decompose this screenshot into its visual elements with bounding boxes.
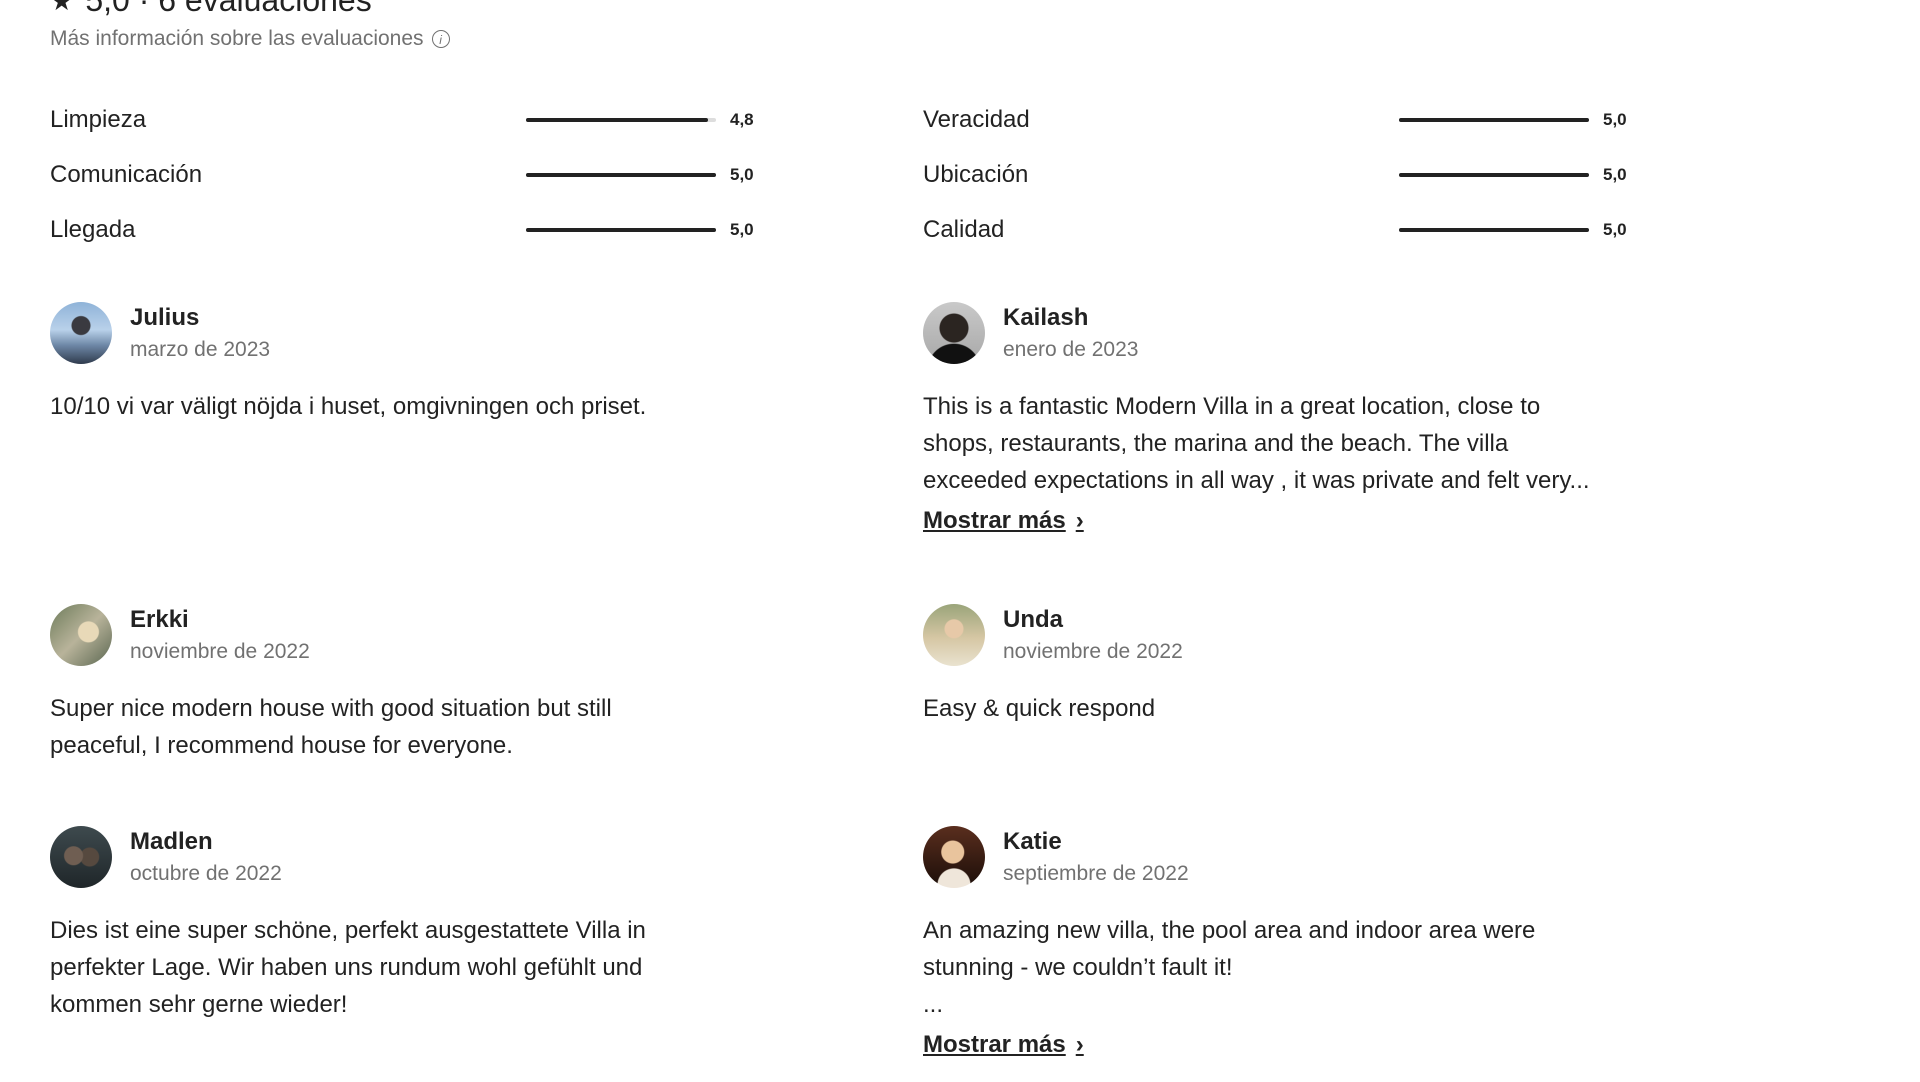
chevron-right-icon: › [1075, 507, 1084, 534]
review-card: Kailash enero de 2023 This is a fantasti… [923, 302, 1603, 535]
show-more-label: Mostrar más [923, 507, 1066, 534]
review-card: Madlen octubre de 2022 Dies ist eine sup… [50, 826, 730, 1023]
rating-row-calidad: Calidad 5,0 [923, 208, 1627, 252]
review-date: enero de 2023 [1003, 338, 1139, 361]
rating-bar-fill [526, 228, 716, 232]
review-card: Unda noviembre de 2022 Easy & quick resp… [923, 604, 1603, 727]
rating-bar-fill [1399, 228, 1589, 232]
rating-bar-fill [1399, 118, 1589, 122]
review-text: Easy & quick respond [923, 695, 1156, 722]
chevron-right-icon: › [1075, 1031, 1084, 1058]
ratings-info-text: Más información sobre las evaluaciones [50, 27, 424, 50]
show-more-link[interactable]: Mostrar más › [923, 507, 1084, 535]
rating-bar-fill [526, 118, 709, 122]
show-more-link[interactable]: Mostrar más › [923, 1031, 1084, 1059]
rating-bar [1399, 118, 1589, 122]
rating-label: Limpieza [50, 106, 147, 133]
avatar[interactable] [50, 302, 112, 364]
review-header: Erkki noviembre de 2022 [50, 604, 730, 666]
star-icon: ★ [50, 0, 74, 16]
reviewer-name: Erkki [130, 606, 189, 633]
rating-bar [526, 173, 716, 177]
review-text: This is a fantastic Modern Villa in a gr… [923, 393, 1590, 494]
review-card: Erkki noviembre de 2022 Super nice moder… [50, 604, 730, 764]
avatar[interactable] [923, 302, 985, 364]
review-date: octubre de 2022 [130, 862, 282, 885]
review-date: marzo de 2023 [130, 338, 271, 361]
rating-bar [1399, 228, 1589, 232]
rating-label: Calidad [923, 216, 1005, 243]
review-card: Julius marzo de 2023 10/10 vi var väligt… [50, 302, 730, 425]
rating-value: 5,0 [730, 165, 754, 184]
reviewer-name: Kailash [1003, 304, 1089, 331]
review-date: noviembre de 2022 [130, 640, 310, 663]
avatar[interactable] [923, 826, 985, 888]
rating-label: Veracidad [923, 106, 1030, 133]
reviewer-name: Madlen [130, 828, 213, 855]
rating-bar [526, 228, 716, 232]
review-header: Madlen octubre de 2022 [50, 826, 730, 888]
rating-label: Comunicación [50, 161, 203, 188]
avatar[interactable] [50, 604, 112, 666]
review-date: noviembre de 2022 [1003, 640, 1183, 663]
reviewer-name: Julius [130, 304, 200, 331]
review-list: Julius marzo de 2023 10/10 vi var väligt… [50, 302, 1640, 1082]
rating-value: 4,8 [730, 110, 754, 129]
rating-bar [526, 118, 716, 122]
review-text: 10/10 vi var väligt nöjda i huset, omgiv… [50, 393, 647, 420]
rating-label: Llegada [50, 216, 136, 243]
review-text: Super nice modern house with good situat… [50, 695, 612, 759]
rating-bar-fill [1399, 173, 1589, 177]
rating-label: Ubicación [923, 161, 1029, 188]
rating-row-limpieza: Limpieza 4,8 [50, 98, 754, 142]
review-text: Dies ist eine super schöne, perfekt ausg… [50, 917, 646, 1018]
review-header: Kailash enero de 2023 [923, 302, 1603, 364]
rating-value: 5,0 [1603, 110, 1627, 129]
rating-value: 5,0 [1603, 165, 1627, 184]
review-card: Katie septiembre de 2022 An amazing new … [923, 826, 1603, 1059]
avatar[interactable] [50, 826, 112, 888]
reviewer-name: Katie [1003, 828, 1062, 855]
rating-row-ubicacion: Ubicación 5,0 [923, 153, 1627, 197]
info-icon: i [431, 30, 450, 48]
rating-row-llegada: Llegada 5,0 [50, 208, 754, 252]
rating-bar [1399, 173, 1589, 177]
review-header: Julius marzo de 2023 [50, 302, 730, 364]
show-more-label: Mostrar más [923, 1031, 1066, 1058]
review-text: An amazing new villa, the pool area and … [923, 917, 1536, 1018]
rating-row-comunicacion: Comunicación 5,0 [50, 153, 754, 197]
reviews-header: ★ 5,0 · 6 evaluaciones Más información s… [50, 0, 450, 51]
review-date: septiembre de 2022 [1003, 862, 1189, 885]
rating-value: 5,0 [1603, 220, 1627, 239]
rating-summary-text: 5,0 · 6 evaluaciones [85, 0, 372, 18]
review-header: Unda noviembre de 2022 [923, 604, 1603, 666]
rating-summary: ★ 5,0 · 6 evaluaciones [50, 0, 450, 19]
reviewer-name: Unda [1003, 606, 1063, 633]
ratings-info-link[interactable]: Más información sobre las evaluaciones i [50, 27, 450, 51]
avatar[interactable] [923, 604, 985, 666]
rating-value: 5,0 [730, 220, 754, 239]
review-header: Katie septiembre de 2022 [923, 826, 1603, 888]
rating-bar-fill [526, 173, 716, 177]
rating-row-veracidad: Veracidad 5,0 [923, 98, 1627, 142]
